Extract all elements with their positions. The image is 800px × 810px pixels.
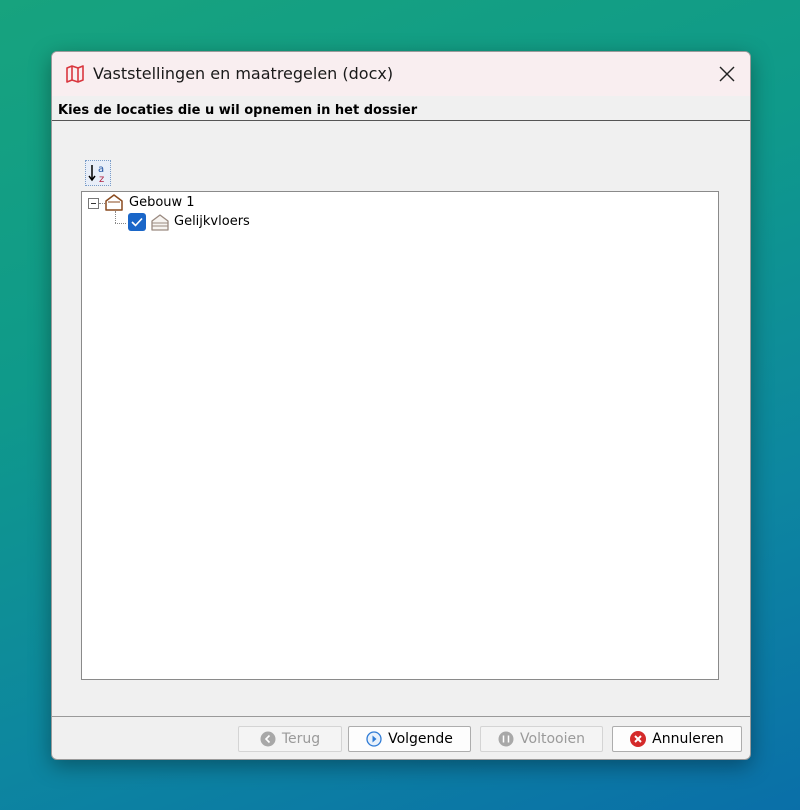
svg-text:z: z <box>99 174 104 184</box>
wizard-dialog: Vaststellingen en maatregelen (docx) Kie… <box>51 51 751 760</box>
tree-connector <box>115 223 126 224</box>
title-bar: Vaststellingen en maatregelen (docx) <box>52 52 750 96</box>
map-icon <box>66 65 84 83</box>
cancel-button-label: Annuleren <box>652 731 724 747</box>
collapse-toggle[interactable] <box>88 198 99 209</box>
close-icon <box>719 66 735 82</box>
finish-button-label: Voltooien <box>520 731 585 747</box>
floor-checkbox[interactable] <box>128 213 146 231</box>
location-tree[interactable]: Gebouw 1 Gelijkvloers <box>81 191 719 680</box>
cancel-button[interactable]: Annuleren <box>612 726 742 752</box>
window-title: Vaststellingen en maatregelen (docx) <box>93 64 394 83</box>
floor-icon <box>151 214 169 231</box>
header-divider <box>52 120 750 121</box>
back-arrow-icon <box>260 731 276 747</box>
next-button-label: Volgende <box>388 731 453 747</box>
building-icon <box>105 194 123 211</box>
tree-node-floor[interactable]: Gelijkvloers <box>174 214 250 229</box>
next-button[interactable]: Volgende <box>348 726 471 752</box>
tree-node-building[interactable]: Gebouw 1 <box>129 195 195 210</box>
sort-button[interactable]: a z <box>85 160 111 186</box>
cancel-icon <box>630 731 647 747</box>
sort-alphabetical-icon: a z <box>88 164 104 184</box>
close-button[interactable] <box>704 52 750 96</box>
finish-icon <box>498 731 514 747</box>
back-button[interactable]: Terug <box>238 726 342 752</box>
finish-button[interactable]: Voltooien <box>480 726 603 752</box>
next-arrow-icon <box>366 731 382 747</box>
footer-divider <box>52 716 750 717</box>
checkmark-icon <box>131 217 143 227</box>
instruction-text: Kies de locaties die u wil opnemen in he… <box>58 103 418 118</box>
back-button-label: Terug <box>281 731 321 747</box>
tree-connector <box>115 211 116 223</box>
